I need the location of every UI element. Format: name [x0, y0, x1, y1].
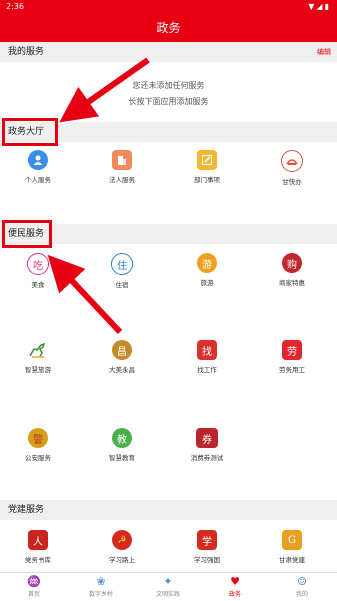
- tab-home[interactable]: ♒ 首页: [9, 575, 59, 599]
- home-icon: ♒: [27, 575, 41, 588]
- tab-label: 政务: [228, 591, 241, 598]
- tab-digital-village[interactable]: ❀ 数字乡村: [76, 575, 126, 599]
- tab-label: 我的: [295, 591, 308, 598]
- tab-mine[interactable]: ☺ 我的: [277, 575, 327, 599]
- tab-label: 数字乡村: [88, 591, 113, 598]
- annotation-arrows: [47, 57, 150, 335]
- tab-civilization-practice[interactable]: ✦ 文明实践: [143, 575, 193, 599]
- tab-government[interactable]: ♥ 政务: [210, 575, 260, 599]
- heart-hands-icon: ❀: [96, 575, 106, 588]
- practice-icon: ✦: [163, 575, 173, 588]
- arrow-to-food: [47, 254, 123, 335]
- gov-heart-icon: ♥: [230, 575, 240, 588]
- tab-label: 文明实践: [155, 591, 180, 598]
- tab-label: 首页: [27, 591, 40, 598]
- arrow-to-gov-hall: [59, 57, 150, 123]
- user-icon: ☺: [297, 575, 307, 588]
- bottom-tab-bar: ♒ 首页 ❀ 数字乡村 ✦ 文明实践 ♥ 政务 ☺ 我的: [0, 572, 337, 601]
